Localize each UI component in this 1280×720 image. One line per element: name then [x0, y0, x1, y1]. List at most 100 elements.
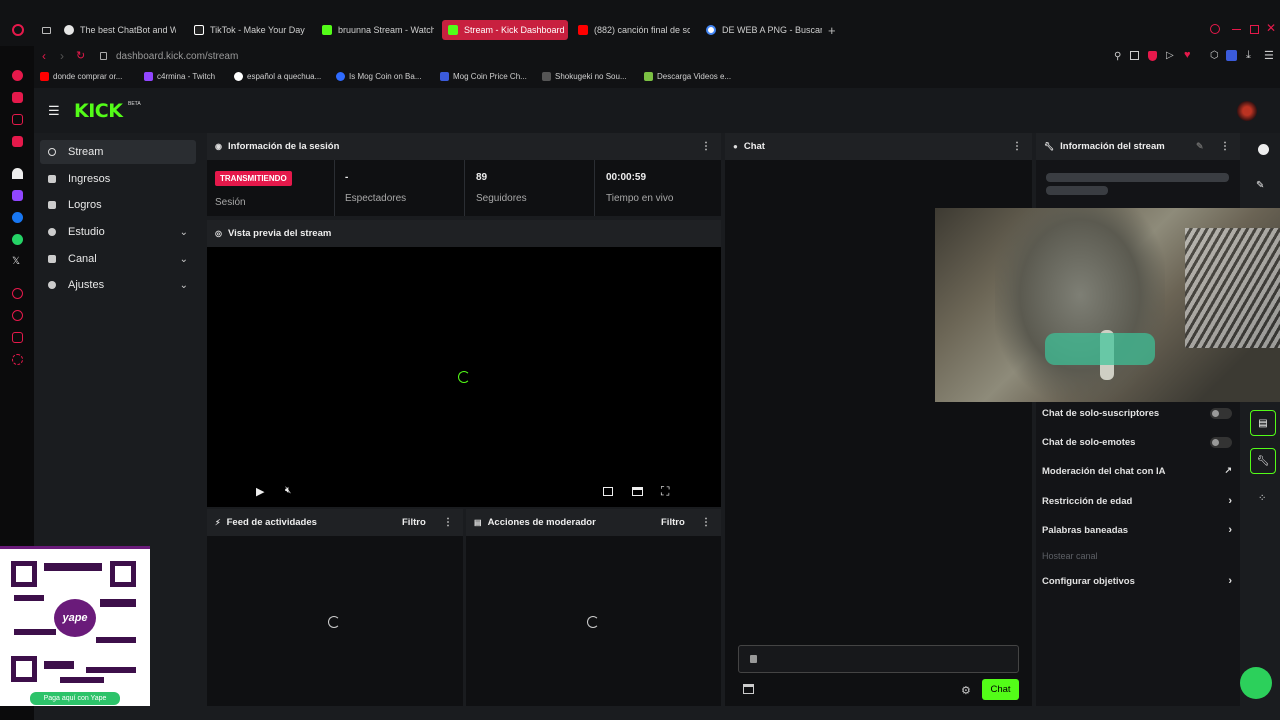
address-bar: ‹ › ↻ dashboard.kick.com/stream ⚲ ▷ ♥ ⬡ …: [34, 46, 1280, 68]
tab-menu-icon[interactable]: [42, 27, 51, 34]
home-icon[interactable]: [12, 70, 23, 81]
tab-active-kick-dashboard[interactable]: Stream - Kick Dashboard: [442, 20, 568, 40]
nav-estudio[interactable]: Estudio ⌄: [40, 220, 196, 244]
new-tab-icon[interactable]: +: [828, 23, 836, 38]
filter-button[interactable]: Filtro: [402, 517, 426, 528]
history-icon[interactable]: [12, 310, 23, 321]
shield-icon[interactable]: [1148, 51, 1157, 61]
more-options-icon[interactable]: ⋮: [1220, 141, 1230, 152]
nav-ingresos[interactable]: Ingresos: [40, 167, 196, 191]
setting-ai-moderation[interactable]: Moderación del chat con IA ↗: [1042, 465, 1232, 477]
nav-logros[interactable]: Logros: [40, 193, 196, 217]
bookmark-item[interactable]: donde comprar or...: [40, 72, 122, 81]
bookmark-item[interactable]: español a quechua...: [234, 72, 321, 81]
tab-0[interactable]: The best ChatBot and Wi: [58, 20, 176, 40]
bookmarks-bar: donde comprar or... c4rmina - Twitch esp…: [34, 68, 1280, 88]
snapshot-icon[interactable]: [1130, 51, 1139, 60]
setting-configure-goals[interactable]: Configurar objetivos ›: [1042, 575, 1232, 587]
menu-icon[interactable]: ☰: [1264, 49, 1274, 62]
more-options-icon[interactable]: ⋮: [701, 517, 711, 528]
search-tabs-icon[interactable]: [1210, 24, 1220, 34]
forward-icon[interactable]: ›: [60, 49, 64, 63]
avatar[interactable]: [1237, 101, 1257, 121]
url-field[interactable]: dashboard.kick.com/stream: [116, 51, 238, 62]
bookmark-item[interactable]: Descarga Videos e...: [644, 72, 731, 81]
heart-icon[interactable]: ♥: [1184, 49, 1191, 61]
setting-emotes-only-chat: Chat de solo-emotes: [1042, 437, 1232, 448]
more-options-icon[interactable]: ⋮: [1012, 141, 1022, 152]
setting-age-restriction[interactable]: Restricción de edad ›: [1042, 495, 1232, 507]
share-icon[interactable]: ⁘: [1258, 493, 1266, 504]
info-icon[interactable]: [1258, 144, 1269, 155]
messenger-icon[interactable]: [12, 212, 23, 223]
back-icon[interactable]: ‹: [42, 49, 46, 63]
gear-icon[interactable]: ⚙: [961, 684, 971, 697]
more-options-icon[interactable]: ⋮: [443, 517, 453, 528]
studio-icon: [48, 228, 56, 236]
news-icon[interactable]: [12, 114, 23, 125]
bookmark-item[interactable]: Shokugeki no Sou...: [542, 72, 627, 81]
chat-input[interactable]: [738, 645, 1019, 673]
minimize-icon[interactable]: [1232, 29, 1241, 30]
store-icon[interactable]: [743, 684, 754, 694]
send-chat-button[interactable]: Chat: [982, 679, 1019, 700]
aria-icon[interactable]: [12, 168, 23, 179]
gear-icon: [48, 281, 56, 289]
hamburger-menu-icon[interactable]: ☰: [48, 103, 60, 119]
nav-canal[interactable]: Canal ⌄: [40, 247, 196, 271]
chat-bubble-icon: ●: [733, 142, 738, 151]
wallet-icon[interactable]: [12, 92, 23, 103]
video-panel-button[interactable]: ▤: [1250, 410, 1276, 436]
pip-icon[interactable]: [603, 487, 613, 496]
tab-2[interactable]: bruunna Stream - Watch: [316, 20, 434, 40]
support-chat-button[interactable]: [1240, 667, 1272, 699]
pencil-icon[interactable]: ✎: [1256, 180, 1264, 191]
mute-icon[interactable]: 🔇︎: [285, 485, 291, 496]
tools-panel-button[interactable]: 🔧︎: [1250, 448, 1276, 474]
download-icon[interactable]: ⤓: [1246, 49, 1251, 62]
kick-logo[interactable]: KICK: [74, 100, 123, 122]
kick-header: [34, 88, 1280, 133]
shop-icon[interactable]: [12, 136, 23, 147]
fullscreen-icon[interactable]: ⛶: [661, 484, 669, 499]
whatsapp-icon[interactable]: [12, 234, 23, 245]
loading-skeleton: [1046, 173, 1229, 182]
subscribers-only-toggle[interactable]: [1210, 408, 1232, 419]
tab-5[interactable]: DE WEB A PNG - Buscar c: [700, 20, 822, 40]
player-icon[interactable]: [12, 288, 23, 299]
filter-button[interactable]: Filtro: [661, 517, 685, 528]
bookmark-item[interactable]: Mog Coin Price Ch...: [440, 72, 527, 81]
channel-icon: [48, 255, 56, 263]
vpn-icon[interactable]: [1226, 50, 1237, 61]
more-options-icon[interactable]: ⋮: [701, 141, 711, 152]
theater-mode-icon[interactable]: [632, 487, 643, 496]
extensions-icon[interactable]: ⬡: [1210, 50, 1219, 61]
tab-1[interactable]: TikTok - Make Your Day: [188, 20, 306, 40]
x-icon[interactable]: 𝕏: [12, 256, 23, 267]
opera-logo-icon[interactable]: [12, 24, 24, 36]
player-icon[interactable]: ▷: [1166, 50, 1174, 61]
loading-spinner: [458, 371, 470, 383]
settings-icon[interactable]: [12, 354, 23, 365]
nav-stream[interactable]: Stream: [40, 140, 196, 164]
chevron-down-icon: ⌄: [179, 279, 188, 291]
chevron-down-icon: ⌄: [179, 226, 188, 238]
maximize-icon[interactable]: [1250, 25, 1259, 34]
bookmark-item[interactable]: Is Mog Coin on Ba...: [336, 72, 421, 81]
extensions-icon[interactable]: [12, 332, 23, 343]
qr-finder: [110, 561, 136, 587]
setting-banned-words[interactable]: Palabras baneadas ›: [1042, 524, 1232, 536]
close-window-icon[interactable]: ✕: [1266, 21, 1276, 35]
twitch-icon[interactable]: [12, 190, 23, 201]
edit-icon[interactable]: ✎: [1196, 141, 1204, 152]
live-status-badge: TRANSMITIENDO: [215, 171, 292, 186]
bookmark-icon[interactable]: ⚲: [1114, 51, 1121, 62]
tab-4[interactable]: (882) canción final de sca: [572, 20, 690, 40]
nav-ajustes[interactable]: Ajustes ⌄: [40, 273, 196, 297]
document-icon: ▤: [474, 518, 482, 527]
loading-spinner: [587, 616, 599, 628]
reload-icon[interactable]: ↻: [76, 49, 85, 62]
emotes-only-toggle[interactable]: [1210, 437, 1232, 448]
play-icon[interactable]: ▶: [256, 485, 264, 498]
bookmark-item[interactable]: c4rmina - Twitch: [144, 72, 215, 81]
